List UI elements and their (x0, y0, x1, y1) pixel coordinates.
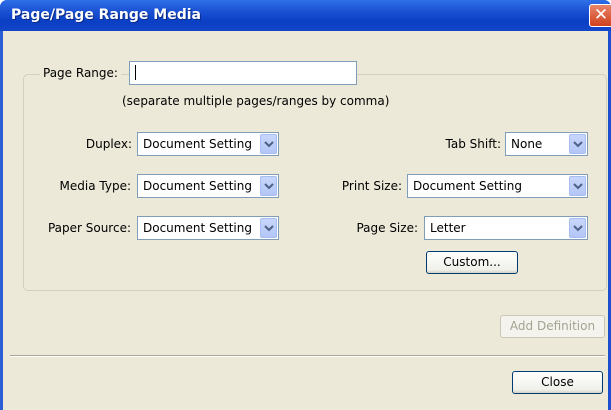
paper-source-select[interactable]: Document Setting (137, 216, 279, 240)
duplex-select[interactable]: Document Setting (137, 132, 279, 156)
print-size-select[interactable]: Document Setting (407, 174, 588, 198)
title-bar[interactable]: Page/Page Range Media ✕ (0, 0, 611, 31)
chevron-down-icon (260, 176, 277, 196)
print-size-value: Document Setting (413, 179, 522, 193)
duplex-value: Document Setting (143, 137, 252, 151)
tab-shift-label: Tab Shift: (445, 137, 501, 151)
chevron-down-icon (569, 176, 586, 196)
media-type-value: Document Setting (143, 179, 252, 193)
custom-button[interactable]: Custom... (426, 251, 518, 274)
duplex-label: Duplex: (85, 137, 132, 151)
page-size-value: Letter (430, 221, 466, 235)
page-size-label: Page Size: (356, 221, 418, 235)
page-range-hint: (separate multiple pages/ranges by comma… (122, 94, 390, 108)
chevron-down-icon (569, 218, 586, 238)
close-window-button[interactable]: ✕ (589, 4, 611, 27)
window-title: Page/Page Range Media (11, 7, 201, 23)
print-size-label: Print Size: (341, 179, 402, 193)
page-size-select[interactable]: Letter (424, 216, 588, 240)
page-range-label: Page Range: (40, 66, 121, 80)
page-range-input[interactable] (129, 61, 357, 85)
paper-source-value: Document Setting (143, 221, 252, 235)
media-type-label: Media Type: (59, 179, 131, 193)
close-button[interactable]: Close (512, 371, 603, 394)
chevron-down-icon (569, 134, 586, 154)
add-definition-button[interactable]: Add Definition (500, 315, 605, 338)
close-icon: ✕ (593, 5, 609, 25)
paper-source-label: Paper Source: (47, 221, 131, 235)
media-type-select[interactable]: Document Setting (137, 174, 279, 198)
tab-shift-value: None (511, 137, 543, 151)
text-caret (135, 65, 136, 80)
dialog-window: Page/Page Range Media ✕ Page Range: (sep… (0, 0, 611, 410)
tab-shift-select[interactable]: None (505, 132, 588, 156)
separator (10, 355, 605, 357)
chevron-down-icon (260, 134, 277, 154)
chevron-down-icon (260, 218, 277, 238)
